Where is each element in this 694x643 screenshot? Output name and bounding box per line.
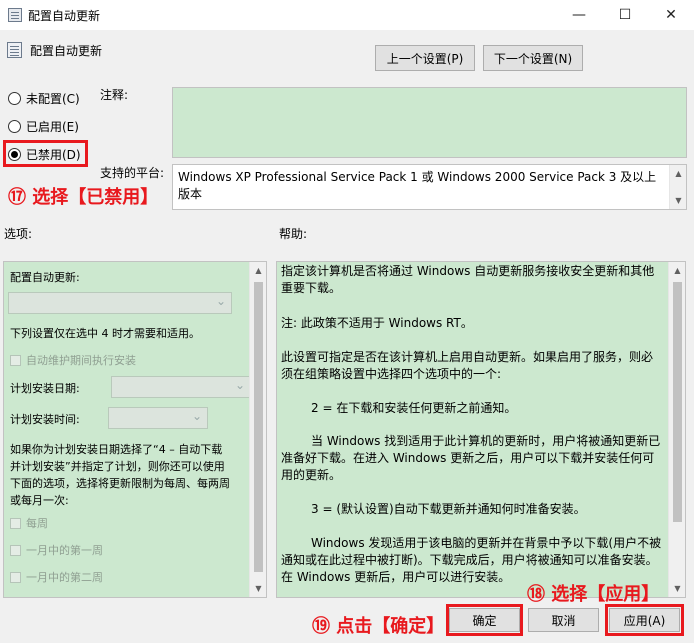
options-label: 选项: <box>4 227 33 241</box>
maintenance-checkbox-label: 自动维护期间执行安装 <box>26 354 136 367</box>
annotation-step-17: ⑰ 选择【已禁用】 <box>8 187 159 208</box>
configure-updates-select[interactable] <box>8 292 232 314</box>
scroll-down-icon[interactable]: ▼ <box>669 580 685 597</box>
platform-scrollbar[interactable]: ▲ ▼ <box>669 165 686 209</box>
platform-value: Windows XP Professional Service Pack 1 或… <box>178 170 657 201</box>
comment-textarea[interactable] <box>172 87 687 158</box>
options-paragraph-line-2: 并计划安装”并指定了计划，则你还可以使用 <box>10 460 225 473</box>
help-label: 帮助: <box>279 227 308 241</box>
weekly-checkbox-label: 每周 <box>26 517 48 530</box>
help-scrollbar[interactable]: ▲ ▼ <box>668 262 685 597</box>
schedule-time-select[interactable] <box>108 407 208 429</box>
help-paragraph-3: 此设置可指定是否在该计算机上启用自动更新。如果启用了服务，则必须在组策略设置中选… <box>281 350 654 381</box>
radio-not-configured-circle[interactable] <box>8 92 21 105</box>
scroll-up-icon[interactable]: ▲ <box>250 262 266 279</box>
schedule-day-select[interactable] <box>111 376 251 398</box>
options-scroll-thumb[interactable] <box>254 282 263 572</box>
radio-enabled-label: 已启用(E) <box>26 120 79 134</box>
annotation-frame-apply <box>605 604 684 636</box>
maintenance-checkbox-box[interactable] <box>10 354 21 366</box>
scroll-up-icon[interactable]: ▲ <box>669 262 685 279</box>
radio-enabled-circle[interactable] <box>8 120 21 133</box>
configure-updates-label: 配置自动更新: <box>10 271 80 284</box>
second-week-checkbox-box[interactable] <box>10 571 21 583</box>
options-scrollbar[interactable]: ▲ ▼ <box>249 262 266 597</box>
help-paragraph-4: 2 = 在下载和安装任何更新之前通知。 <box>311 401 517 415</box>
policy-icon <box>7 42 22 58</box>
options-paragraph-line-4: 或每月一次: <box>10 494 69 507</box>
second-week-checkbox-label: 一月中的第二周 <box>26 571 103 584</box>
minimize-button[interactable]: — <box>556 0 602 30</box>
previous-setting-button[interactable]: 上一个设置(P) <box>375 45 475 71</box>
cancel-button[interactable]: 取消 <box>528 608 599 632</box>
schedule-day-label: 计划安装日期: <box>10 382 80 395</box>
help-panel: 指定该计算机是否将通过 Windows 自动更新服务接收安全更新和其他重要下载。… <box>276 261 686 598</box>
help-paragraph-6: 3 = (默认设置)自动下载更新并通知何时准备安装。 <box>311 502 586 516</box>
help-paragraph-1: 指定该计算机是否将通过 Windows 自动更新服务接收安全更新和其他重要下载。 <box>281 264 655 295</box>
next-setting-button[interactable]: 下一个设置(N) <box>483 45 583 71</box>
weekly-checkbox[interactable]: 每周 <box>10 515 48 531</box>
scroll-down-icon[interactable]: ▼ <box>250 580 266 597</box>
platform-label: 支持的平台: <box>100 166 165 180</box>
close-button[interactable]: ✕ <box>648 0 694 30</box>
maximize-button[interactable]: ☐ <box>602 0 648 30</box>
maximize-icon: ☐ <box>618 7 632 23</box>
window-policy-icon <box>8 8 22 22</box>
title-bar: 配置自动更新 — ☐ ✕ <box>0 0 694 30</box>
annotation-step-19: ⑲ 点击【确定】 <box>312 616 445 637</box>
close-icon: ✕ <box>665 7 677 23</box>
second-week-checkbox[interactable]: 一月中的第二周 <box>10 569 103 585</box>
minimize-icon: — <box>572 7 586 23</box>
options-paragraph-line-1: 如果你为计划安装日期选择了“4 – 自动下载 <box>10 443 223 456</box>
options-paragraph-line-3: 下面的选项，选择将更新限制为每周、每两周 <box>10 477 230 490</box>
policy-title: 配置自动更新 <box>30 44 103 58</box>
maintenance-checkbox[interactable]: 自动维护期间执行安装 <box>10 352 136 368</box>
window-title: 配置自动更新 <box>28 9 101 23</box>
help-paragraph-2: 注: 此政策不适用于 Windows RT。 <box>281 316 473 330</box>
scroll-up-icon[interactable]: ▲ <box>670 165 687 182</box>
options-panel: 配置自动更新: 下列设置仅在选中 4 时才需要和适用。 自动维护期间执行安装 计… <box>3 261 267 598</box>
options-note: 下列设置仅在选中 4 时才需要和适用。 <box>10 327 200 340</box>
help-paragraph-5: 当 Windows 找到适用于此计算机的更新时，用户将被通知更新已准备好下载。在… <box>281 434 661 482</box>
weekly-checkbox-box[interactable] <box>10 517 21 529</box>
radio-enabled[interactable]: 已启用(E) <box>8 118 79 135</box>
scroll-down-icon[interactable]: ▼ <box>670 192 687 209</box>
first-week-checkbox-box[interactable] <box>10 544 21 556</box>
annotation-frame-ok <box>446 604 523 636</box>
help-paragraph-7: Windows 发现适用于该电脑的更新并在背景中予以下载(用户不被通知或在此过程… <box>281 536 662 584</box>
help-scroll-thumb[interactable] <box>673 282 682 522</box>
annotation-frame-disabled <box>3 140 88 167</box>
schedule-time-label: 计划安装时间: <box>10 413 80 426</box>
radio-not-configured-label: 未配置(C) <box>26 92 80 106</box>
comment-label: 注释: <box>100 88 129 102</box>
radio-not-configured[interactable]: 未配置(C) <box>8 90 80 107</box>
first-week-checkbox-label: 一月中的第一周 <box>26 544 103 557</box>
first-week-checkbox[interactable]: 一月中的第一周 <box>10 542 103 558</box>
annotation-step-18: ⑱ 选择【应用】 <box>527 584 660 605</box>
